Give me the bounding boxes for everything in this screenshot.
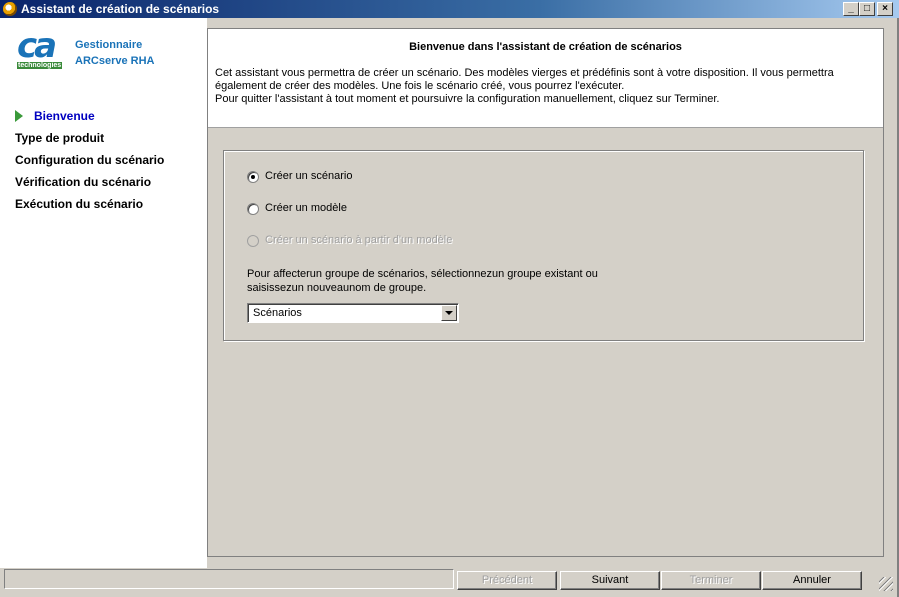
product-name: Gestionnaire ARCserve RHA <box>75 37 154 69</box>
step-scenario-verification: Vérification du scénario <box>15 175 152 189</box>
logo-text: ca <box>17 26 57 66</box>
scenario-group-select[interactable]: Scénarios <box>247 303 459 323</box>
welcome-header: Bienvenue dans l'assistant de création d… <box>208 29 883 128</box>
window-title: Assistant de création de scénarios <box>21 2 220 16</box>
previous-button: Précédent <box>457 571 557 590</box>
group-description-line2: saisissezun nouveaunom de groupe. <box>247 282 427 294</box>
create-scenario-radio[interactable] <box>247 171 259 183</box>
page-title: Bienvenue dans l'assistant de création d… <box>409 41 682 53</box>
product-name-line1: Gestionnaire <box>75 39 143 51</box>
wizard-sidebar: ca technologies Gestionnaire ARCserve RH… <box>0 18 207 568</box>
create-scenario-label[interactable]: Créer un scénario <box>265 170 352 182</box>
cancel-button[interactable]: Annuler <box>762 571 862 590</box>
next-button[interactable]: Suivant <box>560 571 660 590</box>
chevron-down-icon[interactable] <box>441 305 457 321</box>
step-welcome: Bienvenue <box>34 109 95 123</box>
minimize-button[interactable]: _ <box>843 2 859 16</box>
options-group: Créer un scénario Créer un modèle Créer … <box>223 150 864 341</box>
ca-logo: ca technologies <box>17 26 63 69</box>
step-scenario-configuration: Configuration du scénario <box>15 153 165 167</box>
description-line-2: également de créer des modèles. Une fois… <box>215 80 625 92</box>
welcome-description: Cet assistant vous permettra de créer un… <box>215 67 875 106</box>
wizard-content: Bienvenue dans l'assistant de création d… <box>207 28 884 557</box>
create-template-label[interactable]: Créer un modèle <box>265 202 347 214</box>
app-icon <box>3 2 17 16</box>
title-bar: Assistant de création de scénarios _ □ × <box>0 0 899 18</box>
finish-button: Terminer <box>661 571 761 590</box>
maximize-button[interactable]: □ <box>859 2 875 16</box>
description-line-3: Pour quitter l'assistant à tout moment e… <box>215 93 720 105</box>
scenario-from-template-label: Créer un scénario à partir d'un modèle <box>265 234 453 246</box>
description-line-1: Cet assistant vous permettra de créer un… <box>215 67 834 79</box>
create-template-radio[interactable] <box>247 203 259 215</box>
group-description-line1: Pour affecterun groupe de scénarios, sél… <box>247 268 598 280</box>
logo-subtext: technologies <box>17 62 63 69</box>
group-description: Pour affecterun groupe de scénarios, sél… <box>247 267 627 295</box>
scenario-group-value[interactable]: Scénarios <box>253 307 302 319</box>
scenario-from-template-radio <box>247 235 259 247</box>
product-name-line2: ARCserve RHA <box>75 55 155 67</box>
step-product-type: Type de produit <box>15 131 105 145</box>
status-field <box>4 569 454 589</box>
step-scenario-execution: Exécution du scénario <box>15 197 144 211</box>
current-step-arrow-icon <box>15 110 23 122</box>
resize-grip-icon[interactable] <box>879 577 893 591</box>
close-button[interactable]: × <box>877 2 893 16</box>
